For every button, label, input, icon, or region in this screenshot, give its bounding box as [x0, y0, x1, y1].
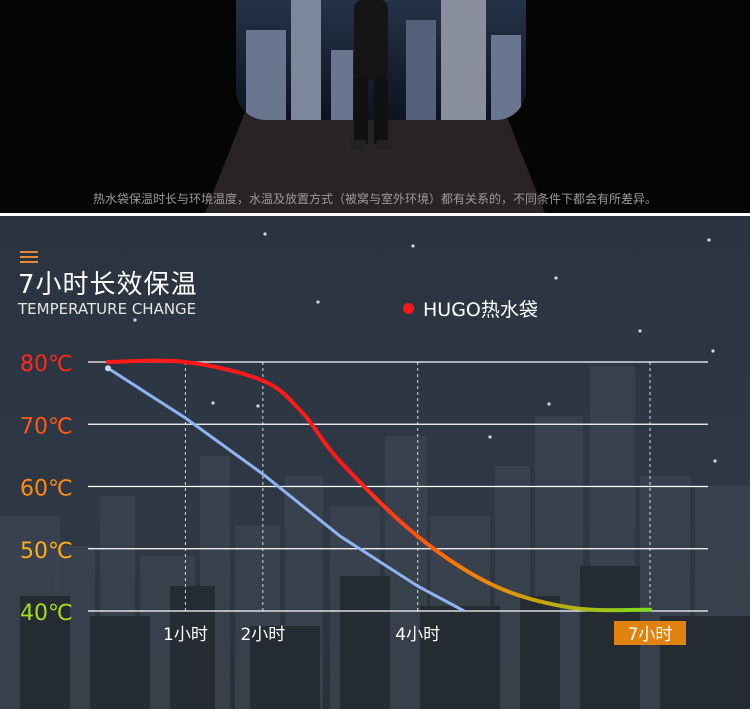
banner-caption: 热水袋保温时长与环境温度，水温及放置方式（被窝与室外环境）都有关系的，不同条件下… [92, 192, 657, 206]
y-tick-label: 80℃ [20, 352, 73, 377]
page: 热水袋保温时长与环境温度，水温及放置方式（被窝与室外环境）都有关系的，不同条件下… [0, 0, 750, 709]
chart-panel: 7小时长效保温 TEMPERATURE CHANGE HUGO热水袋 80℃ 70… [0, 216, 750, 709]
y-tick-label: 50℃ [20, 539, 73, 564]
temperature-chart: 80℃ 70℃ 60℃ 50℃ 40℃ 1小时 2小时 4小时 7小时 [20, 352, 708, 645]
y-tick-label: 70℃ [20, 414, 73, 439]
y-tick-label: 40℃ [20, 601, 73, 626]
person-silhouette [350, 0, 392, 150]
x-tick-label: 7小时 [628, 625, 673, 645]
x-tick-label: 1小时 [163, 625, 208, 645]
product-banner: 热水袋保温时长与环境温度，水温及放置方式（被窝与室外环境）都有关系的，不同条件下… [0, 0, 750, 213]
comparison-point [105, 365, 111, 372]
series-hugo-line [106, 358, 652, 613]
x-tick-label: 2小时 [240, 625, 285, 645]
y-tick-label: 60℃ [20, 477, 73, 502]
series-comparison-line [107, 366, 465, 613]
x-tick-label: 4小时 [395, 625, 440, 645]
